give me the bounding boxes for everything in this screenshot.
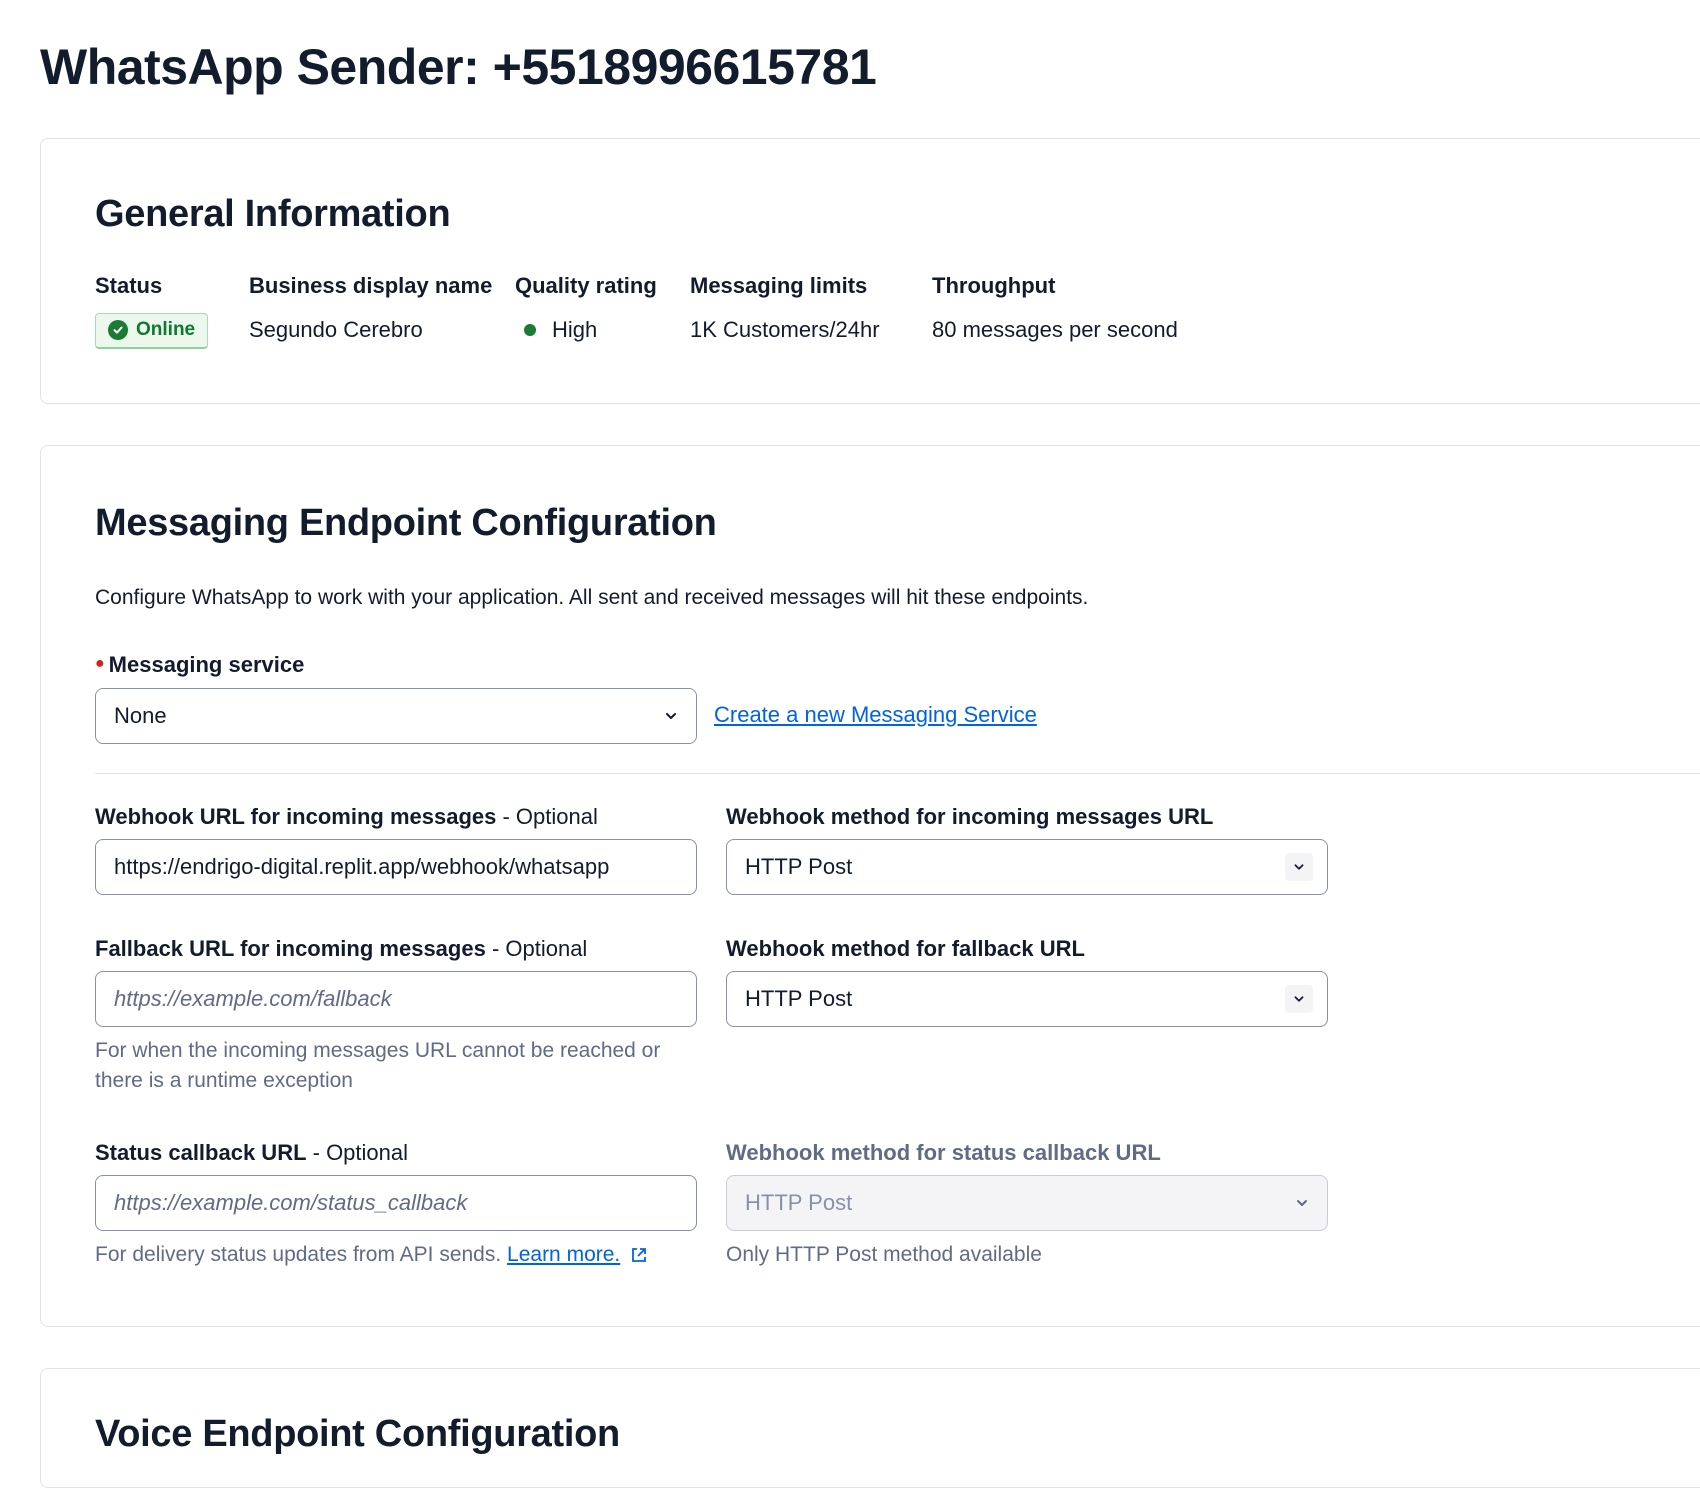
voice-endpoint-card: Voice Endpoint Configuration xyxy=(40,1368,1700,1488)
messaging-service-selected: None xyxy=(114,703,167,728)
status-callback-label: Status callback URL - Optional xyxy=(95,1140,409,1165)
check-circle-icon xyxy=(108,320,128,340)
quality-rating-column: Quality rating High xyxy=(515,273,657,343)
status-method-help: Only HTTP Post method available xyxy=(726,1243,1042,1266)
messaging-endpoint-description: Configure WhatsApp to work with your app… xyxy=(95,586,1089,609)
messaging-endpoint-heading: Messaging Endpoint Configuration xyxy=(95,502,717,544)
status-method-selected: HTTP Post xyxy=(745,1190,853,1215)
fallback-method-selected: HTTP Post xyxy=(745,986,853,1011)
status-label: Status xyxy=(95,273,163,298)
webhook-url-value: https://endrigo-digital.replit.app/webho… xyxy=(114,854,610,879)
status-callback-placeholder: https://example.com/status_callback xyxy=(114,1190,468,1215)
fallback-url-help: For when the incoming messages URL canno… xyxy=(95,1039,661,1092)
required-indicator: ● xyxy=(95,655,105,672)
chevron-down-icon xyxy=(1297,1200,1307,1206)
section-divider xyxy=(95,773,1700,774)
webhook-url-input[interactable]: https://endrigo-digital.replit.app/webho… xyxy=(95,839,697,895)
fallback-url-placeholder: https://example.com/fallback xyxy=(114,986,392,1011)
messaging-limits-label: Messaging limits xyxy=(690,273,868,298)
chevron-down-icon xyxy=(666,713,676,719)
status-value: Online xyxy=(136,319,196,340)
webhook-url-label: Webhook URL for incoming messages - Opti… xyxy=(95,804,598,829)
quality-rating-value: High xyxy=(552,317,598,342)
messaging-limits-value: 1K Customers/24hr xyxy=(690,317,880,342)
fallback-url-input[interactable]: https://example.com/fallback xyxy=(95,971,697,1027)
status-badge: Online xyxy=(95,313,209,349)
status-callback-input[interactable]: https://example.com/status_callback xyxy=(95,1175,697,1231)
business-name-value: Segundo Cerebro xyxy=(249,317,423,342)
business-name-column: Business display name Segundo Cerebro xyxy=(249,273,492,343)
learn-more-link[interactable]: Learn more. xyxy=(507,1243,620,1266)
quality-dot-icon xyxy=(524,324,536,336)
general-information-heading: General Information xyxy=(95,193,451,235)
webhook-method-selected: HTTP Post xyxy=(745,854,853,879)
messaging-service-label: ● Messaging service xyxy=(95,652,305,677)
fallback-method-label: Webhook method for fallback URL xyxy=(726,936,1085,961)
status-method-label: Webhook method for status callback URL xyxy=(726,1140,1161,1165)
messaging-service-select[interactable]: None xyxy=(95,688,697,744)
external-link-icon[interactable] xyxy=(630,1246,648,1264)
fallback-url-label: Fallback URL for incoming messages - Opt… xyxy=(95,936,588,961)
general-information-card: General Information Status Online Busine… xyxy=(40,138,1700,404)
quality-rating-label: Quality rating xyxy=(515,273,657,298)
status-method-select: HTTP Post xyxy=(726,1175,1328,1231)
throughput-label: Throughput xyxy=(932,273,1056,298)
throughput-column: Throughput 80 messages per second xyxy=(932,273,1178,343)
messaging-endpoint-card: Messaging Endpoint Configuration Configu… xyxy=(40,445,1700,1327)
create-messaging-service-link[interactable]: Create a new Messaging Service xyxy=(714,702,1037,728)
page-title: WhatsApp Sender: +5518996615781 xyxy=(40,39,877,95)
webhook-method-select[interactable]: HTTP Post xyxy=(726,839,1328,895)
status-column: Status Online xyxy=(95,273,209,349)
throughput-value: 80 messages per second xyxy=(932,317,1178,342)
messaging-limits-column: Messaging limits 1K Customers/24hr xyxy=(690,273,880,343)
chevron-down-icon xyxy=(1285,853,1313,881)
webhook-method-label: Webhook method for incoming messages URL xyxy=(726,804,1214,829)
status-callback-help: For delivery status updates from API sen… xyxy=(95,1240,648,1270)
voice-endpoint-heading: Voice Endpoint Configuration xyxy=(95,1413,620,1455)
chevron-down-icon xyxy=(1285,985,1313,1013)
fallback-method-select[interactable]: HTTP Post xyxy=(726,971,1328,1027)
business-name-label: Business display name xyxy=(249,273,493,298)
